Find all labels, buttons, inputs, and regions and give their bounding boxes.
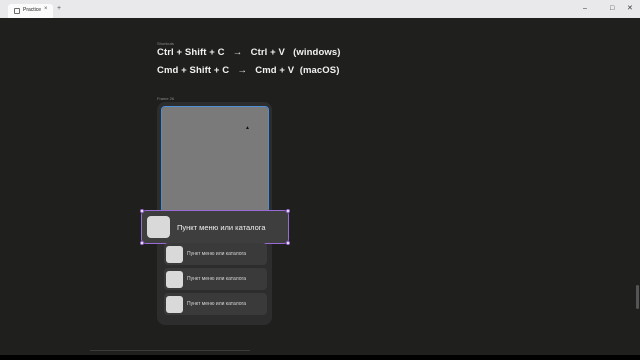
menu-item[interactable]: Пункт меню или каталога xyxy=(164,293,267,315)
resize-handle-bottom-left[interactable] xyxy=(140,241,144,245)
tab-close-button[interactable]: × xyxy=(44,6,48,12)
resize-handle-top-right[interactable] xyxy=(286,209,290,213)
image-placeholder[interactable] xyxy=(161,106,269,213)
item-thumbnail xyxy=(166,246,183,263)
menu-item-label: Пункт меню или каталога xyxy=(187,276,247,282)
menu-item-label: Пункт меню или каталога xyxy=(187,251,247,257)
shortcut-mac-text: Cmd + Shift + C → Cmd + V (macOS) xyxy=(157,65,340,76)
bottom-bar xyxy=(0,355,640,360)
cursor-icon: ▲ xyxy=(245,125,250,131)
tab-label: Practice xyxy=(23,7,42,13)
selected-item-label: Пункт меню или каталога xyxy=(177,223,266,232)
item-thumbnail xyxy=(166,296,183,313)
selected-menu-item[interactable]: Пункт меню или каталога xyxy=(141,210,289,244)
maximize-button[interactable]: □ xyxy=(610,5,614,13)
menu-item-label: Пункт меню или каталога xyxy=(187,301,247,307)
tab-practice[interactable]: Practice × xyxy=(8,4,53,18)
divider xyxy=(90,350,250,351)
item-thumbnail xyxy=(147,216,170,238)
shortcuts-label: Shortcuts xyxy=(157,41,174,46)
file-icon xyxy=(14,8,20,14)
frame-label[interactable]: Frame 26 xyxy=(157,96,174,101)
minimize-button[interactable]: – xyxy=(583,5,587,13)
close-window-button[interactable]: ✕ xyxy=(627,5,633,13)
shortcut-windows-text: Ctrl + Shift + C → Ctrl + V (windows) xyxy=(157,47,341,58)
resize-handle-top-left[interactable] xyxy=(140,209,144,213)
design-canvas[interactable]: Shortcuts Ctrl + Shift + C → Ctrl + V (w… xyxy=(0,18,640,355)
menu-item[interactable]: Пункт меню или каталога xyxy=(164,268,267,290)
new-tab-button[interactable]: + xyxy=(57,5,61,12)
resize-handle-bottom-right[interactable] xyxy=(286,241,290,245)
menu-item[interactable]: Пункт меню или каталога xyxy=(164,243,267,265)
item-thumbnail xyxy=(166,271,183,288)
scrollbar[interactable] xyxy=(636,285,639,309)
title-bar: Practice × + – □ ✕ xyxy=(0,0,640,18)
